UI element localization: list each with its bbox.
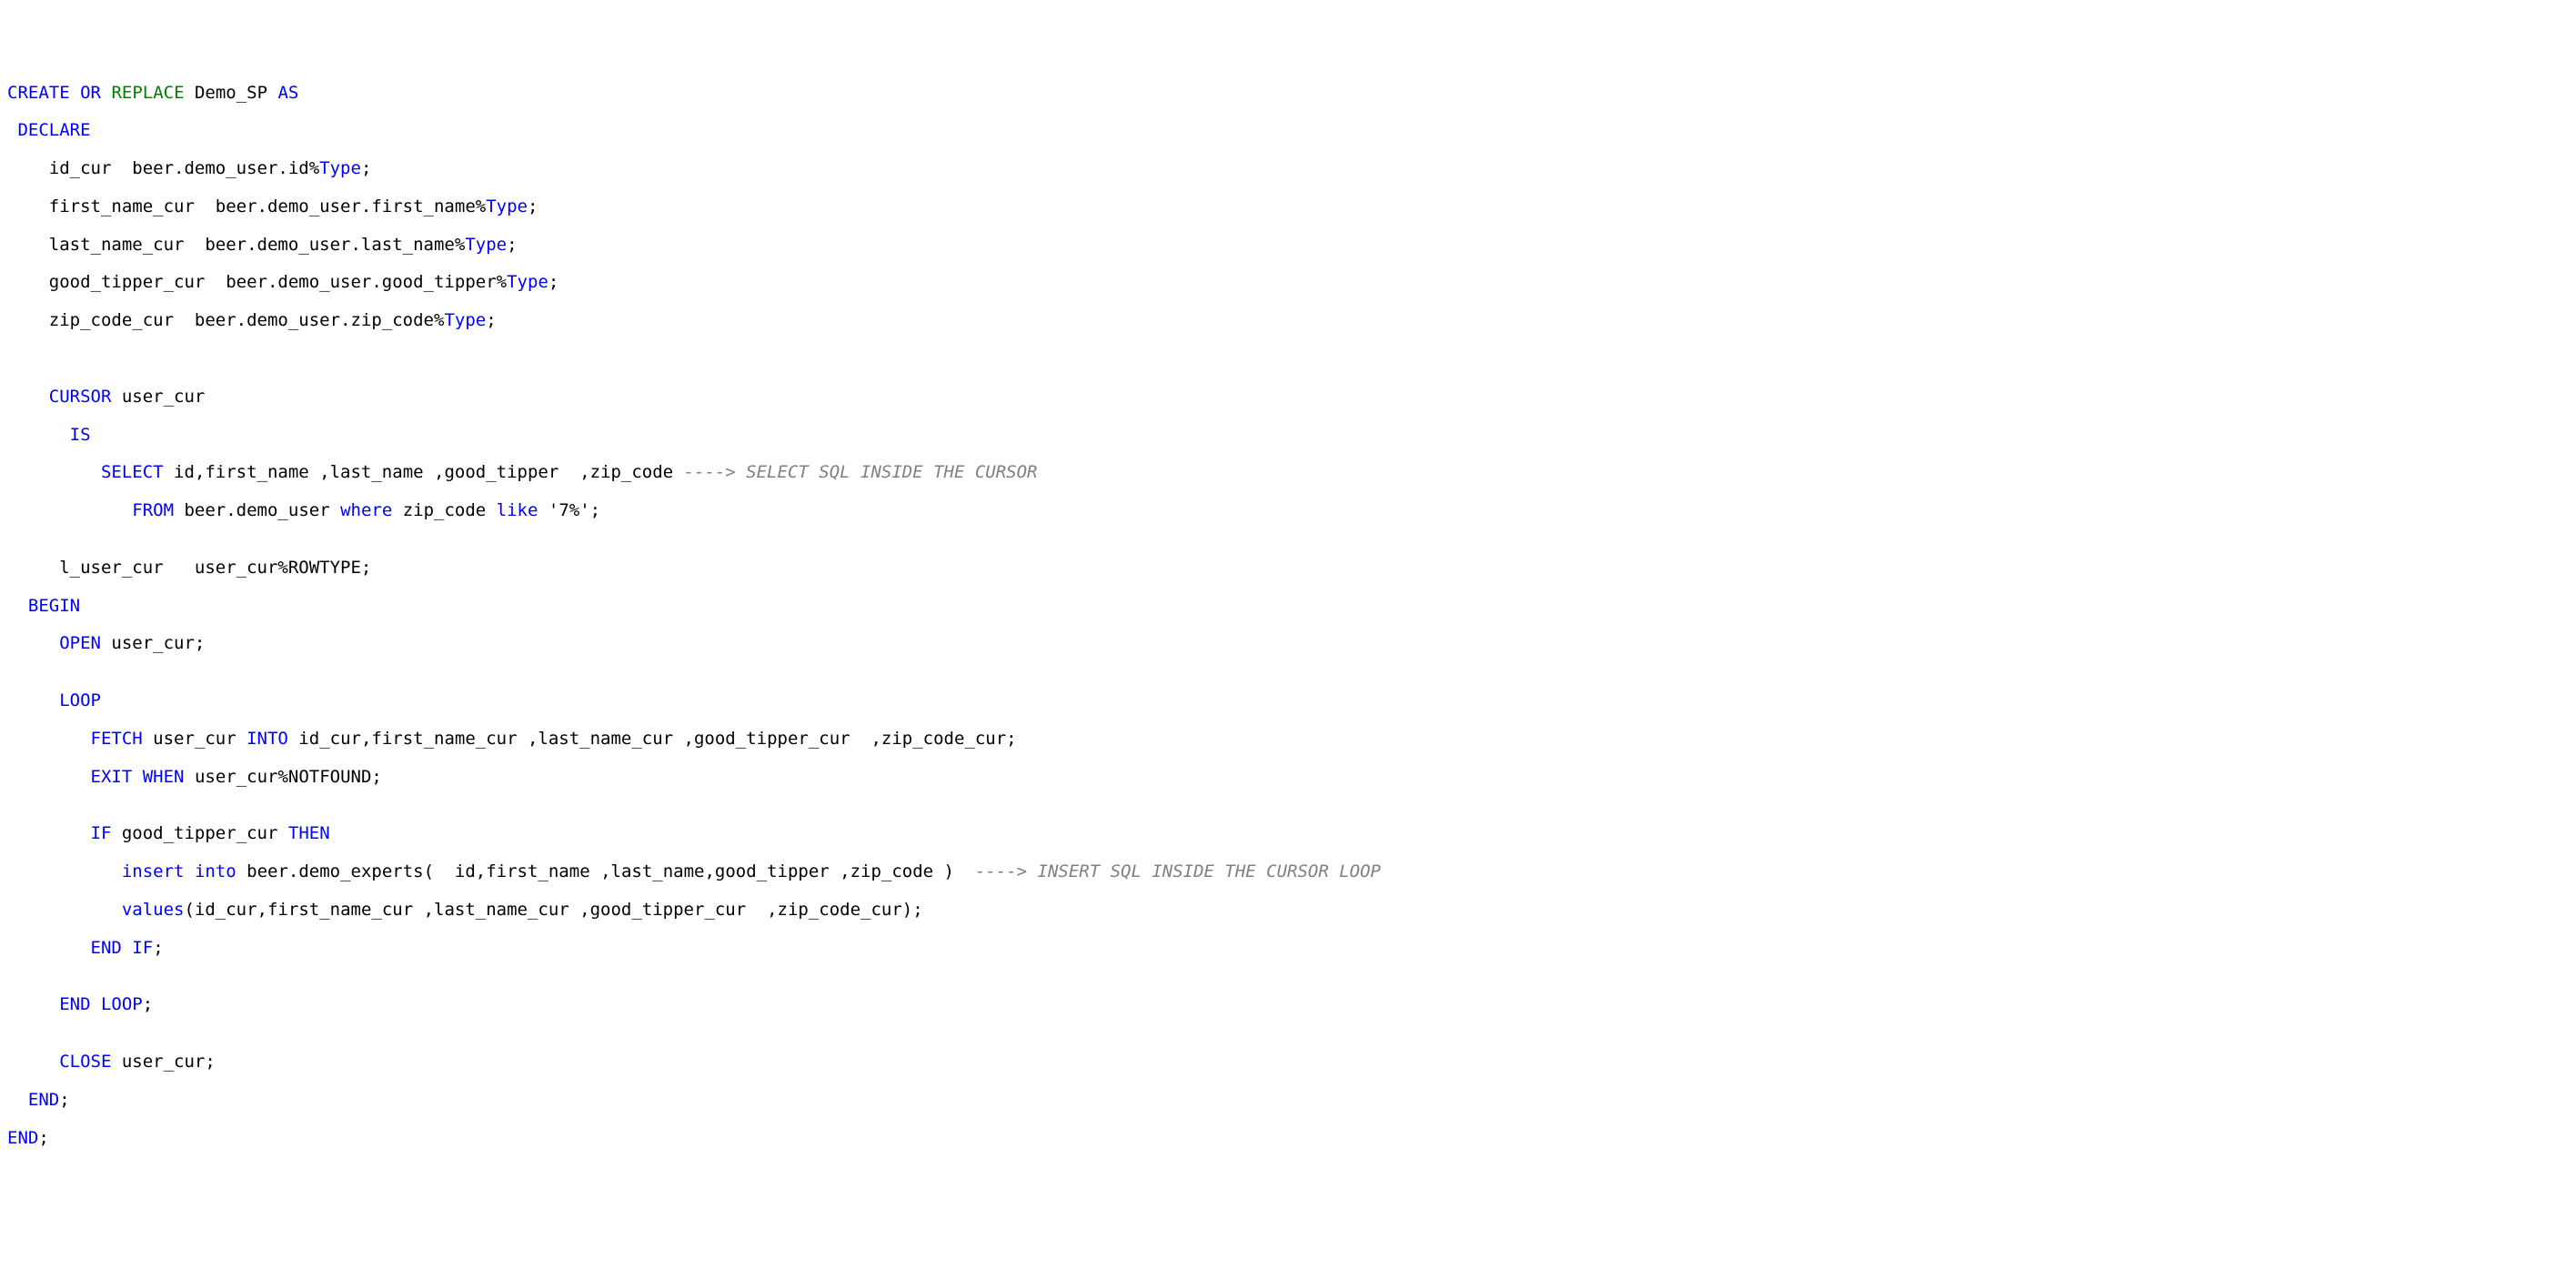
keyword-replace: REPLACE: [111, 83, 184, 103]
keyword-values: values: [122, 900, 185, 920]
keyword-end: END: [28, 1090, 59, 1110]
keyword-type: Type: [465, 235, 507, 255]
code-line: END;: [7, 1091, 2569, 1110]
keyword-like: like: [497, 500, 538, 520]
keyword-type: Type: [507, 272, 548, 292]
keyword-if: IF: [91, 823, 112, 843]
code-line: SELECT id,first_name ,last_name ,good_ti…: [7, 463, 2569, 482]
keyword-insert: insert: [122, 861, 185, 881]
code-line: END;: [7, 1129, 2569, 1148]
code-line: BEGIN: [7, 597, 2569, 616]
keyword-end: END: [7, 1128, 38, 1148]
keyword-select: SELECT: [101, 462, 164, 482]
keyword-as: AS: [277, 83, 298, 103]
keyword-into: into: [195, 861, 236, 881]
keyword-type: Type: [444, 310, 486, 330]
code-line: END LOOP;: [7, 995, 2569, 1014]
code-line: first_name_cur beer.demo_user.first_name…: [7, 197, 2569, 217]
code-line: id_cur beer.demo_user.id%Type;: [7, 159, 2569, 178]
code-line: FROM beer.demo_user where zip_code like …: [7, 501, 2569, 520]
keyword-exit: EXIT: [91, 767, 133, 787]
keyword-from: FROM: [132, 500, 174, 520]
keyword-loop: LOOP: [59, 690, 101, 710]
code-line: good_tipper_cur beer.demo_user.good_tipp…: [7, 273, 2569, 292]
keyword-where: where: [340, 500, 392, 520]
keyword-then: THEN: [288, 823, 330, 843]
code-line: FETCH user_cur INTO id_cur,first_name_cu…: [7, 730, 2569, 749]
keyword-cursor: CURSOR: [49, 387, 112, 407]
code-line: l_user_cur user_cur%ROWTYPE;: [7, 559, 2569, 578]
code-line: insert into beer.demo_experts( id,first_…: [7, 862, 2569, 881]
code-line: last_name_cur beer.demo_user.last_name%T…: [7, 236, 2569, 255]
keyword-into: INTO: [247, 729, 288, 749]
keyword-create: CREATE: [7, 83, 70, 103]
code-line: LOOP: [7, 691, 2569, 710]
keyword-type: Type: [486, 196, 528, 217]
keyword-fetch: FETCH: [91, 729, 143, 749]
keyword-if: IF: [132, 938, 153, 958]
code-line: zip_code_cur beer.demo_user.zip_code%Typ…: [7, 311, 2569, 330]
keyword-loop: LOOP: [101, 994, 143, 1014]
keyword-or: OR: [80, 83, 101, 103]
comment: ----> SELECT SQL INSIDE THE CURSOR: [684, 462, 1038, 482]
code-line: CREATE OR REPLACE Demo_SP AS: [7, 84, 2569, 103]
keyword-open: OPEN: [59, 633, 101, 653]
code-line: OPEN user_cur;: [7, 634, 2569, 653]
comment: ----> INSERT SQL INSIDE THE CURSOR LOOP: [975, 861, 1381, 881]
code-line: END IF;: [7, 939, 2569, 958]
keyword-end: END: [91, 938, 122, 958]
keyword-declare: DECLARE: [17, 120, 90, 140]
code-line: CURSOR user_cur: [7, 388, 2569, 407]
code-line: DECLARE: [7, 121, 2569, 140]
code-line: values(id_cur,first_name_cur ,last_name_…: [7, 901, 2569, 920]
code-line: IF good_tipper_cur THEN: [7, 824, 2569, 843]
keyword-is: IS: [70, 425, 91, 445]
keyword-close: CLOSE: [59, 1052, 111, 1072]
code-line: CLOSE user_cur;: [7, 1052, 2569, 1072]
keyword-end: END: [59, 994, 90, 1014]
code-line: EXIT WHEN user_cur%NOTFOUND;: [7, 768, 2569, 787]
keyword-begin: BEGIN: [28, 596, 80, 616]
keyword-when: WHEN: [143, 767, 185, 787]
code-line: IS: [7, 426, 2569, 445]
keyword-type: Type: [319, 158, 361, 178]
code-block: CREATE OR REPLACE Demo_SP AS DECLARE id_…: [7, 84, 2569, 1167]
